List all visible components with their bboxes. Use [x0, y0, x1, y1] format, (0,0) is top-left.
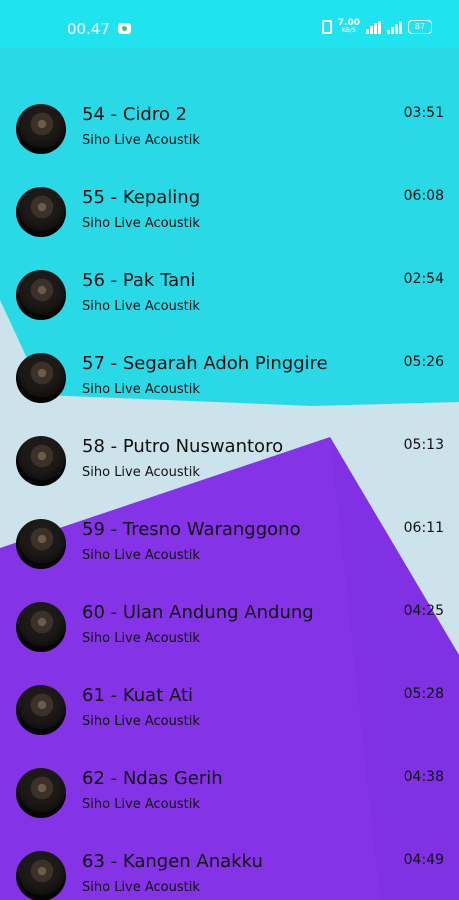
- album-avatar: [16, 187, 66, 237]
- album-avatar: [16, 851, 66, 900]
- song-item[interactable]: 58 - Putro Nuswantoro Siho Live Acoustik…: [0, 430, 459, 513]
- song-duration: 04:49: [403, 852, 444, 868]
- song-artist: Siho Live Acoustik: [82, 631, 200, 646]
- album-avatar: [16, 353, 66, 403]
- vibrate-icon: [321, 20, 332, 34]
- song-title: 54 - Cidro 2: [82, 104, 188, 125]
- song-title: 57 - Segarah Adoh Pinggire: [82, 353, 328, 374]
- song-duration: 05:28: [403, 686, 444, 702]
- song-title: 62 - Ndas Gerih: [82, 768, 223, 789]
- song-item[interactable]: 54 - Cidro 2 Siho Live Acoustik 03:51: [0, 98, 459, 181]
- song-artist: Siho Live Acoustik: [82, 133, 200, 148]
- song-artist: Siho Live Acoustik: [82, 880, 200, 895]
- album-avatar: [16, 602, 66, 652]
- song-title: 56 - Pak Tani: [82, 270, 196, 291]
- album-avatar: [16, 104, 66, 154]
- song-duration: 05:26: [403, 354, 444, 370]
- song-artist: Siho Live Acoustik: [82, 465, 200, 480]
- network-speed-value: 7.00: [337, 18, 360, 28]
- album-avatar: [16, 768, 66, 818]
- album-avatar: [16, 436, 66, 486]
- song-artist: Siho Live Acoustik: [82, 299, 200, 314]
- song-artist: Siho Live Acoustik: [82, 382, 200, 397]
- song-duration: 03:51: [403, 105, 444, 121]
- song-title: 60 - Ulan Andung Andung: [82, 602, 314, 623]
- song-item[interactable]: 59 - Tresno Waranggono Siho Live Acousti…: [0, 513, 459, 596]
- song-title: 59 - Tresno Waranggono: [82, 519, 301, 540]
- song-artist: Siho Live Acoustik: [82, 714, 200, 729]
- album-avatar: [16, 685, 66, 735]
- album-avatar: [16, 270, 66, 320]
- song-item[interactable]: 55 - Kepaling Siho Live Acoustik 06:08: [0, 181, 459, 264]
- song-title: 61 - Kuat Ati: [82, 685, 194, 706]
- song-item[interactable]: 62 - Ndas Gerih Siho Live Acoustik 04:38: [0, 762, 459, 845]
- status-time: 00.47: [67, 20, 110, 38]
- song-artist: Siho Live Acoustik: [82, 548, 200, 563]
- song-duration: 05:13: [403, 437, 444, 453]
- signal-icon: [387, 20, 402, 34]
- song-title: 58 - Putro Nuswantoro: [82, 436, 284, 457]
- song-title: 55 - Kepaling: [82, 187, 201, 208]
- status-indicators: 7.00 KB/S 87: [321, 19, 432, 35]
- song-item[interactable]: 56 - Pak Tani Siho Live Acoustik 02:54: [0, 264, 459, 347]
- wifi-icon: [366, 20, 381, 34]
- song-title: 63 - Kangen Anakku: [82, 851, 263, 872]
- song-duration: 04:25: [403, 603, 444, 619]
- album-avatar: [16, 519, 66, 569]
- song-item[interactable]: 57 - Segarah Adoh Pinggire Siho Live Aco…: [0, 347, 459, 430]
- song-artist: Siho Live Acoustik: [82, 216, 200, 231]
- song-duration: 06:11: [403, 520, 444, 536]
- song-artist: Siho Live Acoustik: [82, 797, 200, 812]
- song-duration: 04:38: [403, 769, 444, 785]
- message-icon: [118, 23, 131, 34]
- song-item[interactable]: 61 - Kuat Ati Siho Live Acoustik 05:28: [0, 679, 459, 762]
- song-item[interactable]: 63 - Kangen Anakku Siho Live Acoustik 04…: [0, 845, 459, 900]
- song-list: 54 - Cidro 2 Siho Live Acoustik 03:51 55…: [0, 48, 459, 900]
- network-speed-unit: KB/S: [341, 27, 356, 34]
- status-bar: 00.47 7.00 KB/S 87: [0, 0, 459, 48]
- song-item[interactable]: 60 - Ulan Andung Andung Siho Live Acoust…: [0, 596, 459, 679]
- network-speed: 7.00 KB/S: [338, 19, 360, 35]
- song-duration: 02:54: [403, 271, 444, 287]
- song-duration: 06:08: [403, 188, 444, 204]
- battery-icon: 87: [408, 20, 432, 34]
